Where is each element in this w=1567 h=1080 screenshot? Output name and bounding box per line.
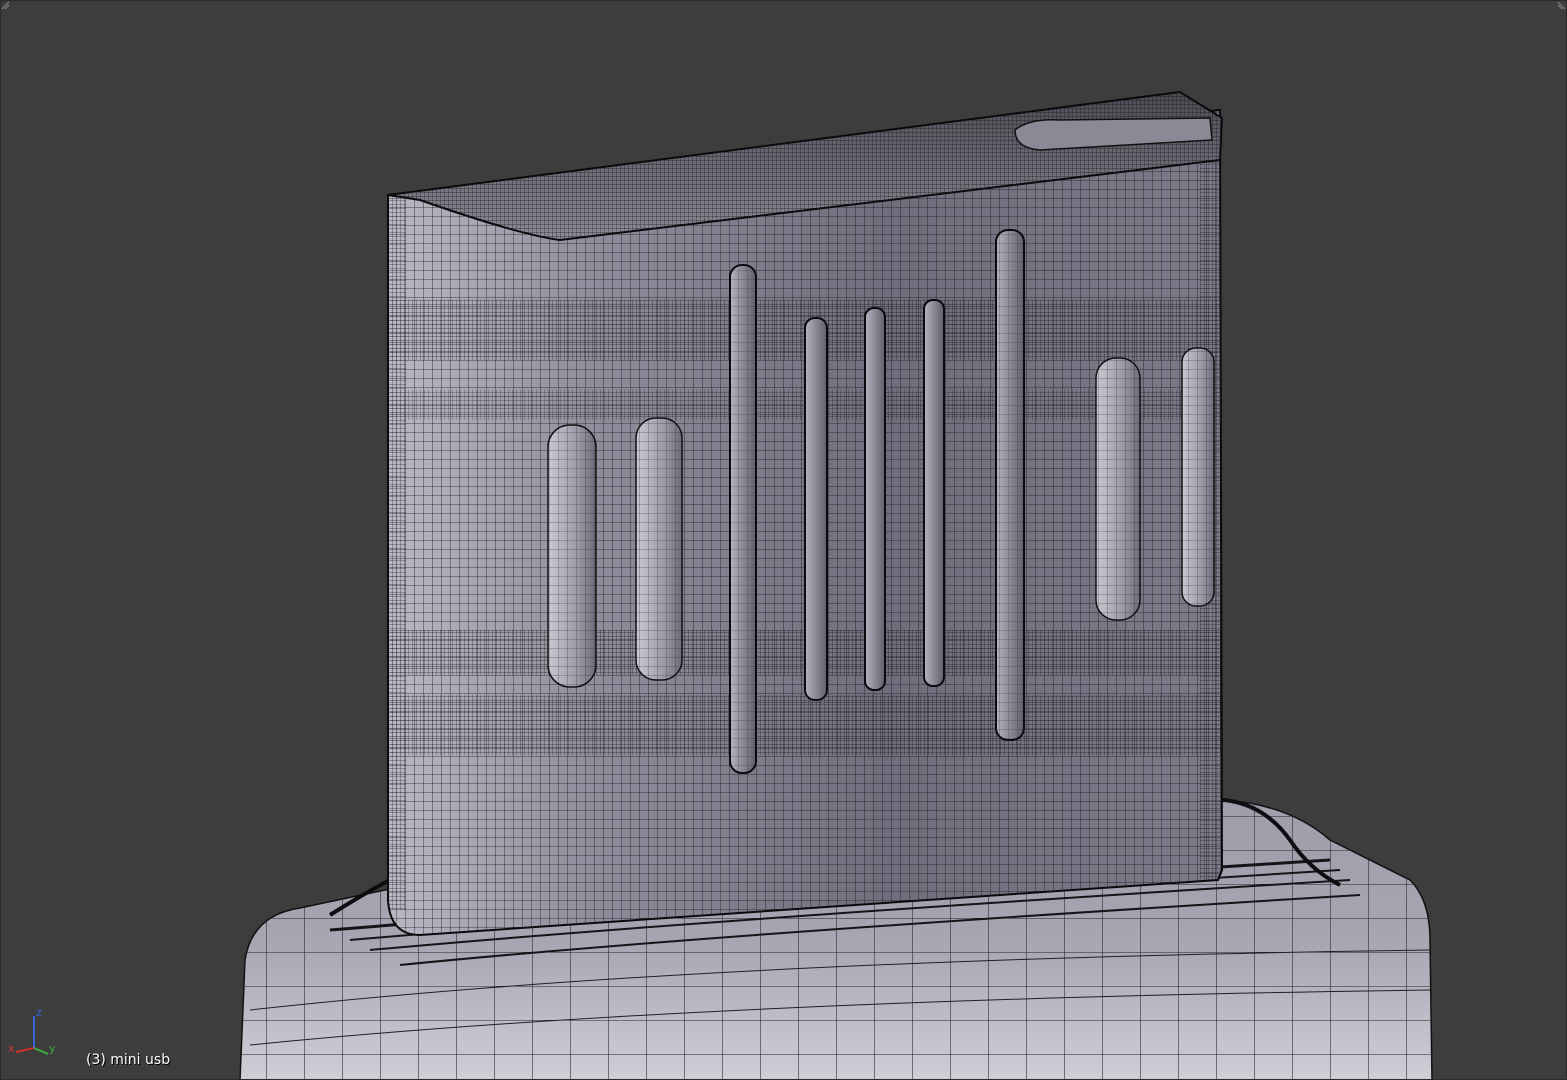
mesh-render[interactable] bbox=[0, 0, 1567, 1080]
3d-viewport[interactable]: z x y (3) mini usb bbox=[0, 0, 1567, 1080]
axis-x-label: x bbox=[8, 1042, 15, 1055]
object-info-label: (3) mini usb bbox=[86, 1052, 171, 1068]
axis-y-label: y bbox=[49, 1042, 56, 1055]
axis-z-label: z bbox=[36, 1006, 42, 1019]
axis-gizmo-icon: z x y bbox=[2, 1002, 62, 1062]
viewport-split-handle-icon[interactable] bbox=[0, 0, 12, 12]
viewport-corner-handle-icon[interactable] bbox=[1555, 0, 1567, 12]
